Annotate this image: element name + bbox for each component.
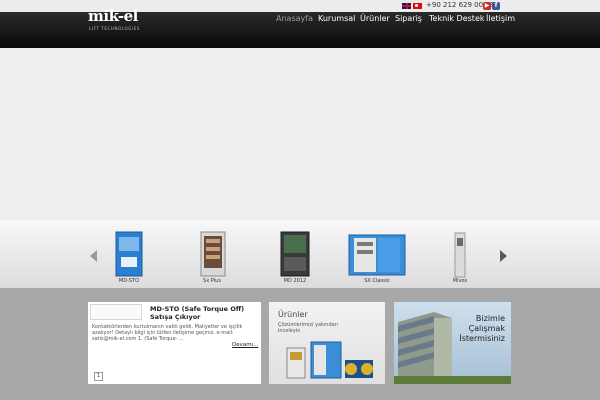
carousel-prev-arrow-icon[interactable] <box>90 250 97 262</box>
news-page-button[interactable]: 1 <box>94 372 103 381</box>
careers-line-2: Çalışmak <box>468 324 505 333</box>
product-label[interactable]: MD 2012 <box>265 278 325 284</box>
careers-line-3: İstermisiniz <box>459 334 505 343</box>
nav-home[interactable]: Anasayfa <box>276 14 313 23</box>
news-title[interactable]: MD-STO (Safe Torque Off) Satışa Çıkıyor <box>150 305 258 321</box>
news-thumbnail[interactable] <box>90 304 142 320</box>
news-box: MD-STO (Safe Torque Off) Satışa Çıkıyor … <box>88 302 261 384</box>
logo[interactable]: mik-el <box>88 9 138 24</box>
news-body: Kontaktörlerden kurtulmanın vakti geldi.… <box>92 324 243 342</box>
product-mivox-image[interactable] <box>450 232 470 278</box>
facebook-icon[interactable]: f <box>492 2 500 10</box>
product-md-sto-image[interactable] <box>115 231 143 277</box>
logo-tagline: LIFT TECHNOLOGIES <box>89 26 141 31</box>
nav-technical-support[interactable]: Teknik Destek <box>429 14 485 23</box>
carousel-next-arrow-icon[interactable] <box>500 250 507 262</box>
products-promo-box[interactable]: Ürünler Çözümlerimizi yakından inceleyin <box>269 302 385 384</box>
careers-line-1: Bizimle <box>475 314 505 323</box>
products-promo-title: Ürünler <box>278 310 308 319</box>
hero-slider[interactable] <box>0 48 600 220</box>
product-label[interactable]: MD-STO <box>99 278 159 284</box>
english-flag-icon[interactable] <box>402 3 411 9</box>
product-md-2012-image[interactable] <box>280 231 310 277</box>
read-more-link[interactable]: Devamı... <box>232 342 258 348</box>
language-switcher[interactable] <box>402 3 422 9</box>
products-promo-image <box>286 341 373 379</box>
nav-corporate[interactable]: Kurumsal <box>318 14 355 23</box>
product-label[interactable]: Mivox <box>430 278 490 284</box>
nav-order[interactable]: Sipariş <box>395 14 422 23</box>
nav-products[interactable]: Ürünler <box>360 14 390 23</box>
careers-promo-text: Bizimle Çalışmak İstermisiniz <box>459 314 505 344</box>
product-sx-classic-image[interactable] <box>348 234 406 276</box>
product-label[interactable]: SX Classic <box>347 278 407 284</box>
youtube-icon[interactable]: ▶ <box>483 2 491 10</box>
turkish-flag-icon[interactable] <box>413 3 422 9</box>
nav-contact[interactable]: İletişim <box>486 14 515 23</box>
product-label[interactable]: Sx Plus <box>182 278 242 284</box>
products-promo-subtitle: Çözümlerimizi yakından inceleyin <box>278 322 338 334</box>
product-sx-plus-image[interactable] <box>200 231 226 277</box>
careers-promo-box[interactable]: Bizimle Çalışmak İstermisiniz <box>394 302 511 384</box>
